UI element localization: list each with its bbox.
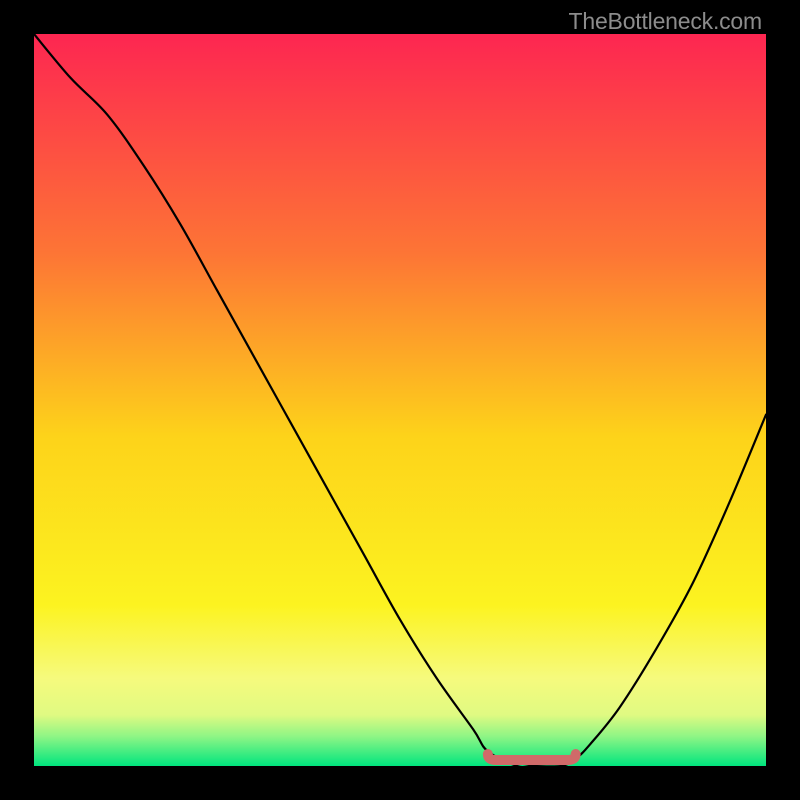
chart-frame: TheBottleneck.com bbox=[0, 0, 800, 800]
bottleneck-flat-marker bbox=[488, 754, 576, 760]
plot-area bbox=[34, 34, 766, 766]
bottleneck-curve bbox=[34, 34, 766, 766]
watermark-label: TheBottleneck.com bbox=[569, 8, 762, 35]
